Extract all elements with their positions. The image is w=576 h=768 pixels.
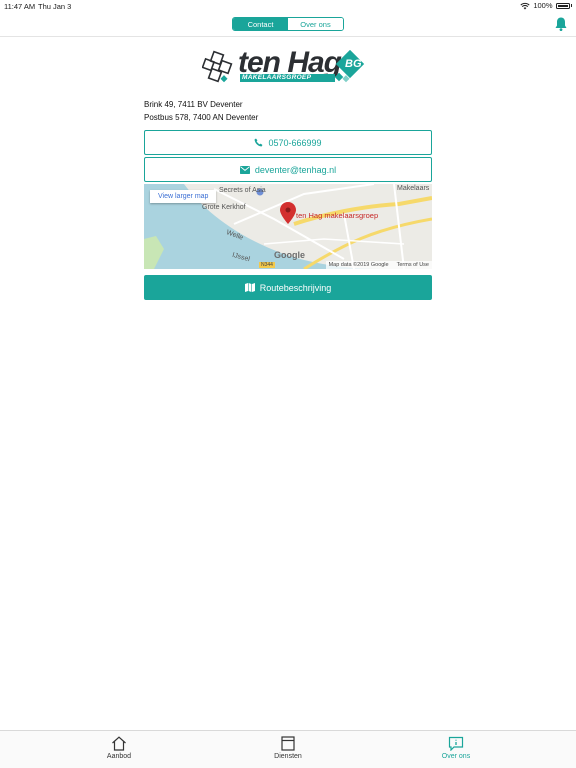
segment-contact[interactable]: Contact bbox=[233, 18, 288, 30]
map-terms-link[interactable]: Terms of Use bbox=[397, 262, 429, 268]
google-logo: Google bbox=[274, 250, 305, 260]
tab-aanbod-label: Aanbod bbox=[106, 753, 132, 760]
email-address: deventer@tenhag.nl bbox=[254, 164, 337, 175]
map-icon bbox=[244, 283, 255, 292]
map-label-kerkhof: Grote Kerkhof bbox=[202, 204, 246, 211]
tab-diensten[interactable]: Diensten bbox=[248, 736, 328, 760]
mail-icon bbox=[239, 165, 250, 174]
box-icon bbox=[281, 736, 295, 751]
route-button[interactable]: Routebeschrijving bbox=[144, 275, 432, 300]
status-right: 100% bbox=[520, 1, 572, 10]
status-bar: 11:47 AM Thu Jan 3 100% bbox=[0, 0, 576, 12]
address-line-2: Postbus 578, 7400 AN Deventer bbox=[144, 113, 259, 122]
segment-over-ons[interactable]: Over ons bbox=[288, 18, 343, 30]
map-pin-label: ten Hag makelaarsgroep bbox=[296, 211, 379, 220]
info-chat-icon bbox=[448, 736, 464, 751]
map-label-poi: Secrets of Asia bbox=[219, 187, 266, 194]
logo-mark-text: BG bbox=[345, 58, 362, 70]
map-view[interactable]: View larger map Secrets of Asia Grote Ke… bbox=[144, 184, 432, 269]
tab-diensten-label: Diensten bbox=[274, 753, 302, 760]
tab-over-ons[interactable]: Over ons bbox=[416, 736, 496, 760]
home-icon bbox=[112, 736, 126, 751]
map-road-n344: N344 bbox=[259, 262, 275, 268]
logo-mark-icon bbox=[202, 50, 233, 83]
map-data-credit: Map data ©2019 Google bbox=[328, 262, 389, 268]
segmented-control: Contact Over ons bbox=[232, 17, 344, 31]
bell-icon[interactable] bbox=[554, 16, 568, 32]
address-block: Brink 49, 7411 BV Deventer Postbus 578, … bbox=[144, 98, 258, 124]
email-button[interactable]: deventer@tenhag.nl bbox=[144, 157, 432, 182]
tab-aanbod[interactable]: Aanbod bbox=[79, 736, 159, 760]
battery-tip bbox=[570, 4, 572, 7]
view-larger-map-link[interactable]: View larger map bbox=[150, 190, 217, 203]
route-button-label: Routebeschrijving bbox=[259, 282, 332, 293]
address-line-1: Brink 49, 7411 BV Deventer bbox=[144, 100, 243, 109]
phone-number: 0570-666999 bbox=[268, 137, 322, 148]
phone-icon bbox=[255, 138, 263, 147]
status-time: 11:47 AM bbox=[4, 2, 36, 11]
logo-subtitle: MAKELAARSGROEP bbox=[240, 74, 335, 82]
wifi-icon bbox=[520, 2, 530, 9]
company-logo: ten Hag MAKELAARSGROEP BG bbox=[202, 48, 374, 88]
battery-icon bbox=[555, 2, 570, 9]
battery-percent: 100% bbox=[533, 1, 553, 10]
tab-bar: Aanbod Diensten Over ons bbox=[0, 730, 576, 768]
call-button[interactable]: 0570-666999 bbox=[144, 130, 432, 155]
tab-over-ons-label: Over ons bbox=[441, 753, 471, 760]
map-label-makelaars: Makelaars bbox=[397, 185, 430, 192]
map-footer: Map data ©2019 Google Terms of Use bbox=[325, 261, 432, 269]
status-date: Thu Jan 3 bbox=[38, 2, 72, 11]
nav-bar: Contact Over ons bbox=[0, 12, 576, 37]
